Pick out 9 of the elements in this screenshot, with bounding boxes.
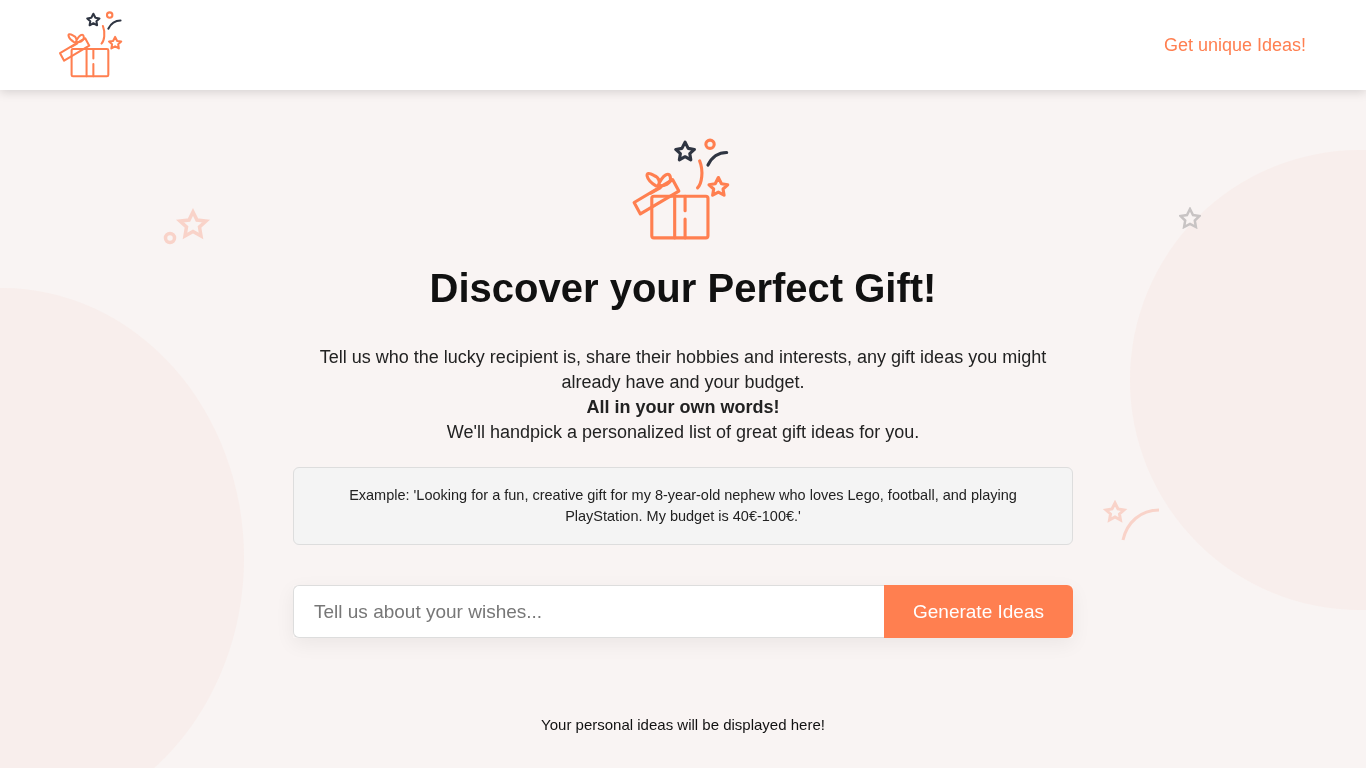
generate-ideas-button[interactable]: Generate Ideas [884, 585, 1073, 638]
intro-text: Tell us who the lucky recipient is, share their hobbies and interests, any gift ideas you might already have and your budget. All in your own words! We'll handpick a personalized list of great gift ideas for you. [318, 346, 1048, 444]
shooting-star-icon [1103, 500, 1161, 542]
page-title: Discover your Perfect Gift! [429, 266, 937, 311]
get-ideas-link[interactable]: Get unique Ideas! [1163, 34, 1306, 56]
results-message: Your personal ideas will be displayed here! [541, 716, 825, 733]
wishes-input[interactable]: Tell us about your wishes... [293, 585, 884, 638]
star-icon [1179, 207, 1201, 229]
example-text: Example: 'Looking for a fun, creative gift for my 8-year-old nephew who loves Lego, football, and playing PlayStation. My budget is 40€-100€.' [293, 467, 1073, 545]
